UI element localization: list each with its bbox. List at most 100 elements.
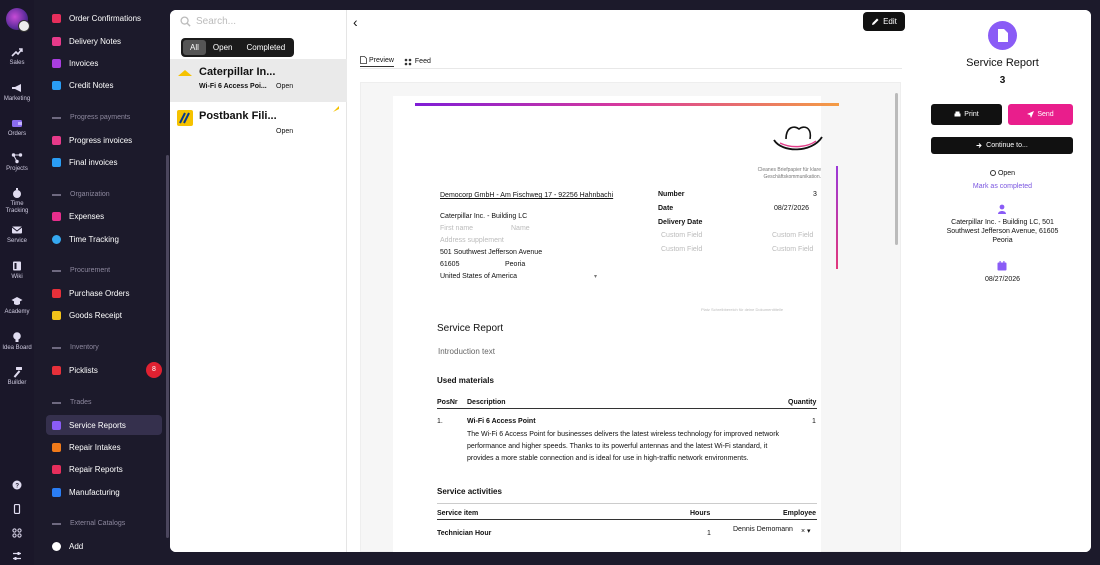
sidebar-item-picklists[interactable]: Picklists <box>46 360 162 380</box>
rail-orders[interactable]: Orders <box>0 117 34 138</box>
status-badge: Open <box>914 170 1091 177</box>
divider <box>437 503 817 504</box>
lightbulb-icon <box>13 332 21 342</box>
continue-button[interactable]: Continue to... <box>931 137 1073 154</box>
rail-label: Service <box>6 238 27 244</box>
list-item[interactable]: Caterpillar In... Wi-Fi 6 Access Poi... … <box>170 59 347 102</box>
introduction-text[interactable]: Introduction text <box>438 347 495 356</box>
custom-field-value[interactable]: Custom Field <box>772 246 813 253</box>
close-icon[interactable]: × ▾ <box>801 527 811 535</box>
print-button[interactable]: Print <box>931 104 1002 125</box>
rail-sales[interactable]: Sales <box>0 46 34 67</box>
document-title[interactable]: Service Report <box>437 323 503 334</box>
row-description: performance and higher speeds. Thanks to… <box>467 443 768 450</box>
status-text: Open <box>997 170 1016 177</box>
name-field[interactable]: Name <box>511 225 530 232</box>
employee-select[interactable]: Dennis Demomann <box>733 526 793 533</box>
tab-feed[interactable]: Feed <box>404 56 431 67</box>
svg-text:?: ? <box>15 483 19 489</box>
phone-icon[interactable] <box>0 501 34 519</box>
rail-marketing[interactable]: Marketing <box>0 82 34 103</box>
send-button[interactable]: Send <box>1008 104 1073 125</box>
panel-number: 3 <box>999 75 1006 86</box>
sidebar-item-label: Service Reports <box>69 420 126 430</box>
list-item[interactable]: Postbank Fili... Open <box>170 103 347 146</box>
list-icon <box>52 365 61 375</box>
main-panel: Search... All Open Completed Caterpillar… <box>170 10 1091 552</box>
sidebar-scrollbar[interactable] <box>166 155 169 538</box>
service-item: Technician Hour <box>437 530 492 537</box>
tab-preview[interactable]: Preview <box>360 56 394 67</box>
wrench-icon <box>52 442 61 452</box>
column-header: PosNr <box>437 399 458 406</box>
letterhead-bar <box>415 103 839 106</box>
sidebar-item-final-invoices[interactable]: Final invoices <box>46 152 162 172</box>
sidebar-item-invoices[interactable]: Invoices <box>46 53 162 73</box>
sender-line: Democorp GmbH - Am Fischweg 17 - 92256 H… <box>440 192 614 199</box>
tab-label: Feed <box>414 58 431 65</box>
nodes-icon <box>11 153 23 164</box>
mark-completed-link[interactable]: Mark as completed <box>914 183 1091 190</box>
calendar-icon <box>997 261 1007 271</box>
custom-field-value[interactable]: Custom Field <box>772 232 813 239</box>
sidebar-item-purchase-orders[interactable]: Purchase Orders <box>46 283 162 303</box>
edit-label: Edit <box>883 17 897 26</box>
rail-wiki[interactable]: Wiki <box>0 260 34 281</box>
country-select[interactable]: United States of America <box>440 273 517 280</box>
edit-button[interactable]: Edit <box>863 12 905 31</box>
sidebar-item-expenses[interactable]: Expenses <box>46 206 162 226</box>
rail-projects[interactable]: Projects <box>0 152 34 173</box>
book-icon <box>13 261 21 271</box>
apps-grid-icon[interactable] <box>0 525 34 543</box>
rail-idea-board[interactable]: Idea Board <box>0 331 34 352</box>
help-icon[interactable]: ? <box>0 477 34 495</box>
filter-open[interactable]: Open <box>206 40 240 55</box>
sidebar-item-label: Repair Intakes <box>69 442 121 452</box>
print-label: Print <box>964 111 979 118</box>
sidebar-item-order-confirmations[interactable]: Order Confirmations <box>46 8 162 28</box>
sidebar-item-goods-receipt[interactable]: Goods Receipt <box>46 305 162 325</box>
first-name-field[interactable]: First name <box>440 225 473 232</box>
address-supplement-field[interactable]: Address supplement <box>440 237 504 244</box>
custom-field[interactable]: Custom Field <box>661 232 702 239</box>
filter-all[interactable]: All <box>183 40 206 55</box>
status-circle-icon <box>989 170 996 176</box>
sidebar-item-manufacturing[interactable]: Manufacturing <box>46 482 162 502</box>
rail-service[interactable]: Service <box>0 224 34 245</box>
sidebar-item-credit-notes[interactable]: Credit Notes <box>46 75 162 95</box>
chevron-down-icon[interactable]: ▾ <box>594 273 597 280</box>
group-inventory: Inventory <box>52 344 99 351</box>
customer-address: Caterpillar Inc. - Building LC, 501 <box>951 219 1054 226</box>
document-icon <box>52 58 61 68</box>
sidebar-item-progress-invoices[interactable]: Progress invoices <box>46 130 162 150</box>
sliders-icon[interactable] <box>0 548 34 565</box>
service-heading: Service activities <box>437 487 502 496</box>
custom-field[interactable]: Custom Field <box>661 246 702 253</box>
document-icon <box>52 420 61 430</box>
wallet-icon <box>52 211 61 221</box>
company-logo-icon <box>177 110 193 126</box>
sidebar-item-service-reports[interactable]: Service Reports <box>46 415 162 435</box>
avatar[interactable] <box>6 8 30 32</box>
document-icon <box>52 135 61 145</box>
document-icon <box>52 36 61 46</box>
panel-date: 08/27/2026 <box>984 276 1021 283</box>
group-external-catalogs: External Catalogs <box>52 520 125 527</box>
sidebar-item-time-tracking[interactable]: Time Tracking <box>46 229 162 249</box>
preview-scrollbar[interactable] <box>895 93 898 245</box>
sidebar-item-repair-reports[interactable]: Repair Reports <box>46 459 162 479</box>
sidebar-item-delivery-notes[interactable]: Delivery Notes <box>46 31 162 51</box>
rail-builder[interactable]: Builder <box>0 366 34 387</box>
rail-time-tracking[interactable]: Time Tracking <box>0 187 34 215</box>
continue-label: Continue to... <box>986 142 1028 149</box>
sidebar-item-add[interactable]: Add <box>46 536 162 556</box>
date-value: 08/27/2026 <box>774 205 810 212</box>
back-chevron-icon[interactable]: ‹ <box>353 14 358 30</box>
rail-academy[interactable]: Academy <box>0 295 34 316</box>
sidebar-item-repair-intakes[interactable]: Repair Intakes <box>46 437 162 457</box>
search-input[interactable]: Search... <box>180 16 236 27</box>
rail-label: Idea Board <box>2 345 32 351</box>
column-header: Description <box>467 399 506 406</box>
filter-completed[interactable]: Completed <box>239 40 292 55</box>
customer-address: Peoria <box>992 237 1013 244</box>
